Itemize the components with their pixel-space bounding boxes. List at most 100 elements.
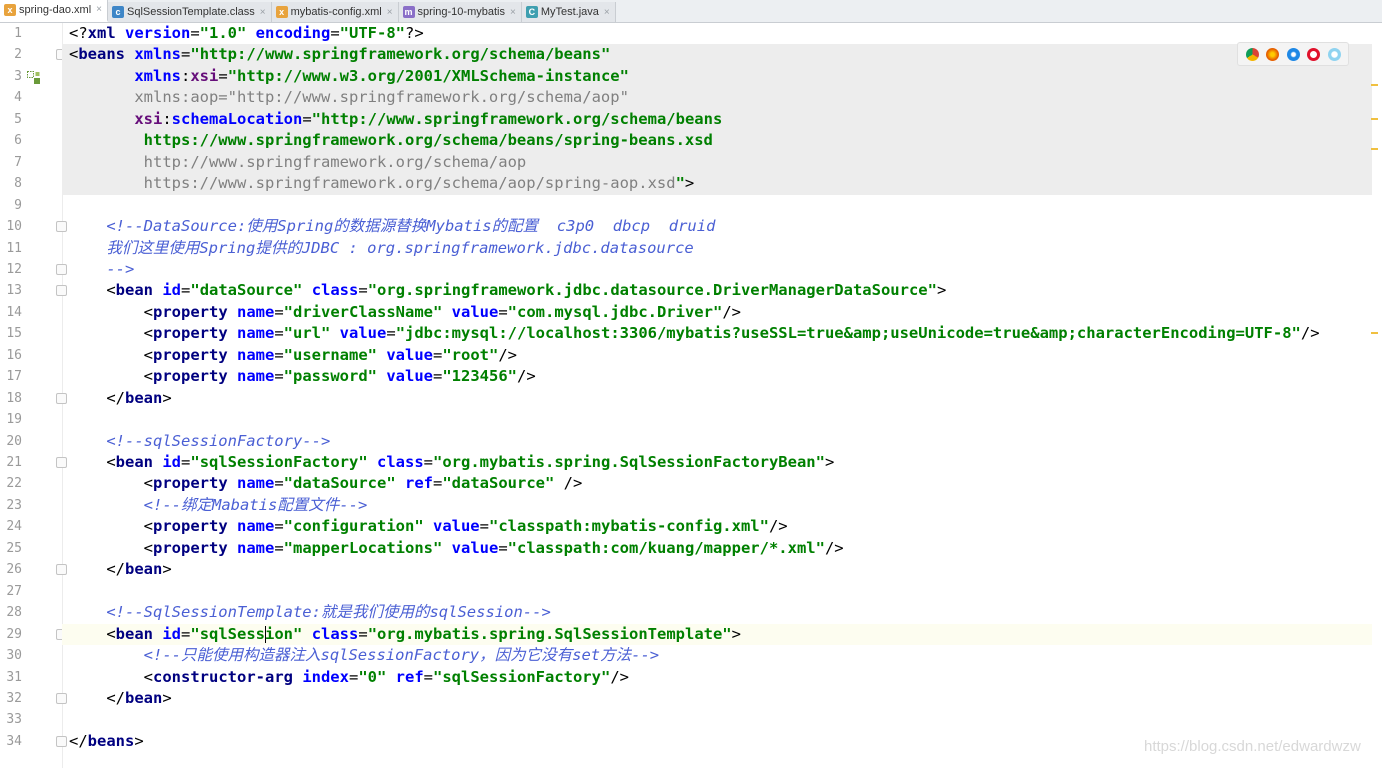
- close-icon[interactable]: ×: [96, 4, 102, 15]
- code-token: id: [162, 453, 182, 471]
- code-line[interactable]: <!--DataSource:使用Spring的数据源替换Mybatis的配置 …: [62, 216, 1372, 237]
- code-editor[interactable]: <?xml version="1.0" encoding="UTF-8"?> <b…: [62, 23, 1372, 768]
- scrollbar-marker[interactable]: [1371, 84, 1378, 86]
- code-token: <: [69, 45, 79, 64]
- code-token: "UTF-8": [339, 24, 405, 42]
- tab-sqlsessiontemplate-class[interactable]: c SqlSessionTemplate.class ×: [107, 2, 272, 22]
- safari-icon[interactable]: [1286, 47, 1300, 61]
- line-number: 33: [6, 712, 22, 728]
- tab-label: mybatis-config.xml: [290, 6, 382, 18]
- code-token: "http://www.springframework.org/schema/b…: [311, 109, 723, 128]
- code-token: xmlns: [134, 45, 182, 64]
- code-line[interactable]: [62, 409, 1372, 430]
- code-token: property: [153, 345, 237, 364]
- code-line[interactable]: <property name="url" value="jdbc:mysql:/…: [62, 323, 1372, 344]
- scrollbar-marker[interactable]: [1371, 332, 1378, 334]
- tab-mytest-java[interactable]: C MyTest.java ×: [521, 2, 616, 22]
- code-line[interactable]: xmlns:aop="http://www.springframework.or…: [62, 87, 1372, 109]
- code-token: =: [423, 667, 433, 686]
- code-token: >: [936, 281, 947, 300]
- code-line[interactable]: <?xml version="1.0" encoding="UTF-8"?>: [62, 23, 1372, 44]
- code-token: "url": [283, 324, 340, 343]
- code-line[interactable]: <property name="driverClassName" value="…: [62, 302, 1372, 323]
- code-line-text: -->: [69, 259, 134, 280]
- code-line[interactable]: <bean id="sqlSessionFactory" class="org.…: [62, 452, 1372, 473]
- code-line[interactable]: <!--SqlSessionTemplate:就是我们使用的sqlSession…: [62, 602, 1372, 623]
- code-token: >: [731, 624, 741, 643]
- code-token: https://www.springframework.org/schema/b…: [69, 131, 713, 150]
- code-line[interactable]: xsi:schemaLocation="http://www.springfra…: [62, 108, 1372, 131]
- code-line[interactable]: <bean id="sqlSession" class="org.mybatis…: [62, 623, 1372, 646]
- code-token: =: [181, 453, 191, 471]
- code-token: xsi: [190, 66, 219, 85]
- code-line[interactable]: [62, 195, 1372, 216]
- code-token: class: [377, 453, 424, 471]
- code-line[interactable]: <!--只能使用构造器注入sqlSessionFactory，因为它没有set方…: [62, 645, 1372, 666]
- code-line[interactable]: </bean>: [62, 559, 1372, 580]
- editor-tab-bar: x spring-dao.xml × c SqlSessionTemplate.clas…: [0, 0, 1382, 23]
- code-token: "configuration": [283, 517, 433, 536]
- code-line[interactable]: https://www.springframework.org/schema/a…: [62, 173, 1372, 195]
- close-icon[interactable]: ×: [260, 7, 266, 18]
- code-line[interactable]: <!--绑定Mabatis配置文件-->: [62, 495, 1372, 516]
- scrollbar-marker[interactable]: [1371, 148, 1378, 150]
- code-line[interactable]: <!--sqlSessionFactory-->: [62, 431, 1372, 452]
- chrome-icon[interactable]: [1245, 47, 1259, 61]
- close-icon[interactable]: ×: [604, 7, 610, 18]
- code-token: =: [274, 302, 284, 321]
- tab-spring-dao-xml[interactable]: x spring-dao.xml ×: [0, 0, 108, 22]
- code-line[interactable]: <property name="configuration" value="cl…: [62, 516, 1372, 537]
- code-token: value: [451, 538, 499, 557]
- code-token: =: [498, 302, 508, 321]
- opera-icon[interactable]: [1307, 47, 1320, 61]
- code-line[interactable]: </bean>: [62, 688, 1372, 709]
- java-class-icon: C: [525, 6, 538, 18]
- firefox-icon[interactable]: [1266, 47, 1279, 61]
- code-token: name: [237, 345, 275, 364]
- code-line[interactable]: </bean>: [62, 388, 1372, 409]
- code-line-text: <bean id="dataSource" class="org.springf…: [69, 280, 946, 301]
- tab-spring-10-mybatis[interactable]: m spring-10-mybatis ×: [398, 2, 522, 22]
- code-token: =: [274, 538, 284, 557]
- code-token: name: [237, 474, 275, 493]
- code-token: id: [162, 624, 182, 643]
- code-token: "classpath:mybatis-config.xml": [489, 517, 769, 536]
- tab-mybatis-config-xml[interactable]: x mybatis-config.xml ×: [271, 2, 399, 22]
- code-line[interactable]: <bean id="dataSource" class="org.springf…: [62, 280, 1372, 301]
- code-token: <: [69, 624, 116, 643]
- watermark: https://blog.csdn.net/edwardwzw: [1144, 738, 1361, 755]
- code-line[interactable]: <beans xmlns="http://www.springframework…: [62, 44, 1372, 66]
- ie-icon[interactable]: [1327, 47, 1341, 61]
- close-icon[interactable]: ×: [510, 7, 516, 18]
- code-line[interactable]: [62, 709, 1372, 730]
- tab-label: spring-dao.xml: [19, 3, 92, 16]
- code-token: <!--SqlSessionTemplate:就是我们使用的sqlSession…: [69, 603, 551, 622]
- code-line[interactable]: <property name="mapperLocations" value="…: [62, 538, 1372, 559]
- xml-file-icon: x: [4, 3, 16, 16]
- code-token: <: [69, 324, 153, 343]
- code-line[interactable]: [62, 581, 1372, 602]
- code-token: </: [69, 388, 125, 407]
- code-token: "dataSource": [442, 474, 564, 493]
- code-token: =: [218, 66, 228, 85]
- code-line[interactable]: xmlns:xsi="http://www.w3.org/2001/XMLSch…: [62, 65, 1372, 88]
- code-line-text: <!--绑定Mabatis配置文件-->: [69, 495, 368, 516]
- code-line[interactable]: <constructor-arg index="0" ref="sqlSessi…: [62, 667, 1372, 688]
- code-line[interactable]: 我们这里使用Spring提供的JDBC : org.springframewor…: [62, 238, 1372, 259]
- code-token: "classpath:com/kuang/mapper/*.xml": [507, 538, 825, 557]
- scrollbar-marker[interactable]: [1371, 118, 1378, 120]
- code-line[interactable]: <property name="password" value="123456"…: [62, 366, 1372, 387]
- code-line[interactable]: <property name="dataSource" ref="dataSou…: [62, 473, 1372, 494]
- code-line[interactable]: -->: [62, 259, 1372, 280]
- code-token: "0": [358, 667, 396, 686]
- code-line[interactable]: http://www.springframework.org/schema/ao…: [62, 151, 1372, 174]
- line-number: 21: [6, 455, 22, 470]
- code-token: xsi: [134, 109, 163, 128]
- code-line[interactable]: https://www.springframework.org/schema/b…: [62, 130, 1372, 152]
- code-token: "http://www.w3.org/2001/XMLSchema-instan…: [227, 66, 629, 85]
- bean-config-icon[interactable]: [27, 71, 41, 85]
- line-number: 1: [14, 26, 22, 41]
- close-icon[interactable]: ×: [387, 7, 393, 18]
- code-line[interactable]: <property name="username" value="root"/>: [62, 345, 1372, 366]
